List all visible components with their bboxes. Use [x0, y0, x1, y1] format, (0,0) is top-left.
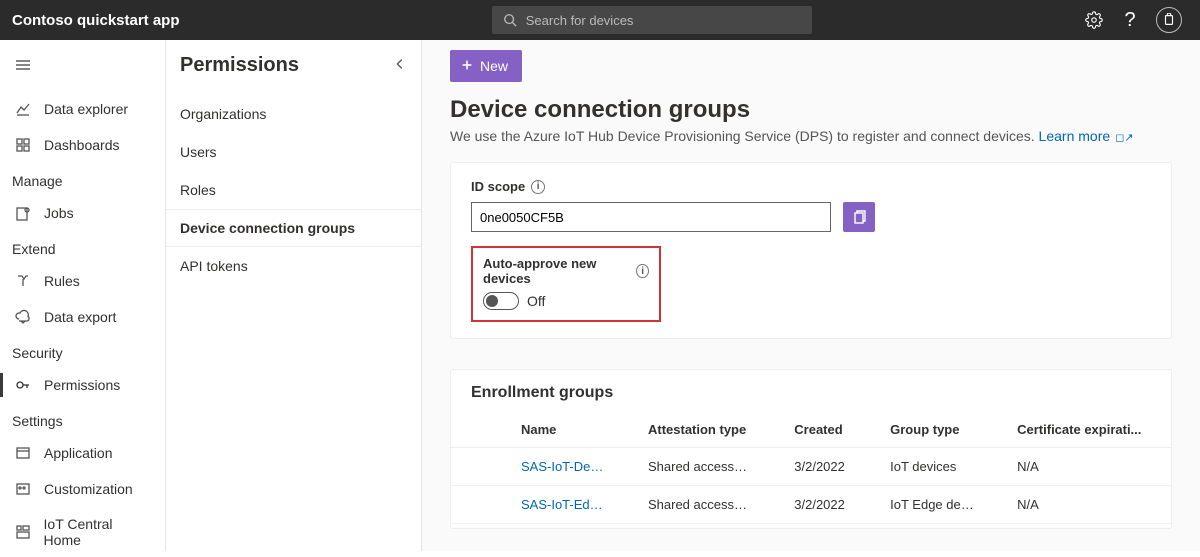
subnav-roles[interactable]: Roles	[166, 171, 421, 209]
app-header: Contoso quickstart app ?	[0, 0, 1200, 40]
global-search[interactable]	[492, 6, 812, 34]
plus-icon	[460, 58, 474, 75]
cell-cert: N/A	[997, 486, 1171, 524]
nav-data-explorer[interactable]: Data explorer	[0, 91, 165, 127]
enrollment-groups-title: Enrollment groups	[451, 370, 1171, 412]
cell-group-type: IoT Edge devi…	[870, 486, 997, 524]
subnav-device-connection-groups[interactable]: Device connection groups	[166, 209, 421, 247]
id-scope-card: ID scope i Auto-approve new devices i Of…	[450, 162, 1172, 339]
nav-dashboards[interactable]: Dashboards	[0, 127, 165, 163]
cell-attestation: Shared access…	[628, 486, 774, 524]
cloud-export-icon	[14, 308, 32, 326]
col-group-type[interactable]: Group type	[870, 412, 997, 448]
collapse-panel-icon[interactable]	[393, 57, 407, 74]
auto-approve-toggle[interactable]	[483, 292, 519, 310]
page-description: We use the Azure IoT Hub Device Provisio…	[450, 128, 1172, 144]
rules-icon	[14, 272, 32, 290]
learn-more-link[interactable]: Learn more ◻↗	[1039, 128, 1134, 144]
nav-section-manage: Manage	[0, 163, 165, 195]
main-content: New Device connection groups We use the …	[422, 40, 1200, 551]
table-row[interactable]: SAS-IoT-Edge… Shared access… 3/2/2022 Io…	[451, 486, 1171, 524]
app-title: Contoso quickstart app	[12, 12, 180, 29]
col-cert-expiration[interactable]: Certificate expirati...	[997, 412, 1171, 448]
copy-icon	[851, 209, 867, 225]
window-icon	[14, 444, 32, 462]
subnav-organizations[interactable]: Organizations	[166, 95, 421, 133]
nav-section-settings: Settings	[0, 403, 165, 435]
id-scope-label: ID scope	[471, 179, 525, 194]
external-link-icon: ◻↗	[1112, 132, 1133, 144]
info-icon[interactable]: i	[636, 264, 649, 278]
auto-approve-label: Auto-approve new devices	[483, 256, 630, 286]
nav-label: Jobs	[44, 205, 74, 221]
feedback-icon[interactable]	[1156, 7, 1182, 33]
new-button[interactable]: New	[450, 50, 522, 82]
nav-section-extend: Extend	[0, 231, 165, 263]
nav-label: IoT Central Home	[44, 516, 151, 548]
table-row[interactable]: SAS-IoT-Devi… Shared access… 3/2/2022 Io…	[451, 448, 1171, 486]
nav-permissions[interactable]: Permissions	[0, 367, 165, 403]
copy-id-scope-button[interactable]	[843, 202, 875, 232]
col-name[interactable]: Name	[501, 412, 628, 448]
group-name-link[interactable]: SAS-IoT-Devi…	[501, 448, 628, 486]
grid-icon	[14, 136, 32, 154]
nav-jobs[interactable]: Jobs	[0, 195, 165, 231]
nav-label: Permissions	[44, 377, 120, 393]
cell-created: 3/2/2022	[774, 486, 870, 524]
nav-label: Data explorer	[44, 101, 128, 117]
nav-iot-central-home[interactable]: IoT Central Home	[0, 507, 165, 557]
nav-label: Customization	[44, 481, 133, 497]
help-icon[interactable]: ?	[1120, 10, 1140, 30]
auto-approve-state: Off	[527, 293, 545, 309]
subnav-api-tokens[interactable]: API tokens	[166, 247, 421, 285]
permissions-subnav: Permissions Organizations Users Roles De…	[166, 40, 422, 551]
enrollment-groups-card: Enrollment groups Name Attestation type …	[450, 369, 1172, 529]
auto-approve-highlight: Auto-approve new devices i Off	[471, 246, 661, 322]
left-nav-rail: Data explorer Dashboards Manage Jobs Ext…	[0, 40, 166, 551]
cell-group-type: IoT devices	[870, 448, 997, 486]
nav-rules[interactable]: Rules	[0, 263, 165, 299]
menu-toggle-icon[interactable]	[0, 50, 165, 91]
search-icon	[500, 10, 520, 30]
id-scope-label-row: ID scope i	[471, 179, 1151, 194]
new-button-label: New	[480, 58, 508, 74]
gear-icon[interactable]	[1084, 10, 1104, 30]
home-grid-icon	[14, 523, 32, 541]
nav-label: Application	[44, 445, 113, 461]
nav-label: Data export	[44, 309, 116, 325]
group-name-link[interactable]: SAS-IoT-Edge…	[501, 486, 628, 524]
jobs-icon	[14, 204, 32, 222]
key-icon	[14, 376, 32, 394]
search-input[interactable]	[526, 13, 804, 28]
cell-created: 3/2/2022	[774, 448, 870, 486]
page-title: Device connection groups	[450, 96, 1172, 124]
col-attestation[interactable]: Attestation type	[628, 412, 774, 448]
enrollment-groups-table: Name Attestation type Created Group type…	[451, 412, 1171, 524]
col-created[interactable]: Created	[774, 412, 870, 448]
cell-cert: N/A	[997, 448, 1171, 486]
palette-icon	[14, 480, 32, 498]
info-icon[interactable]: i	[531, 180, 545, 194]
nav-label: Dashboards	[44, 137, 120, 153]
cell-attestation: Shared access…	[628, 448, 774, 486]
nav-customization[interactable]: Customization	[0, 471, 165, 507]
nav-section-security: Security	[0, 335, 165, 367]
nav-label: Rules	[44, 273, 80, 289]
nav-application[interactable]: Application	[0, 435, 165, 471]
panel-title: Permissions	[180, 54, 299, 77]
col-select	[451, 412, 501, 448]
id-scope-input[interactable]	[471, 202, 831, 232]
subnav-users[interactable]: Users	[166, 133, 421, 171]
nav-data-export[interactable]: Data export	[0, 299, 165, 335]
line-chart-icon	[14, 100, 32, 118]
